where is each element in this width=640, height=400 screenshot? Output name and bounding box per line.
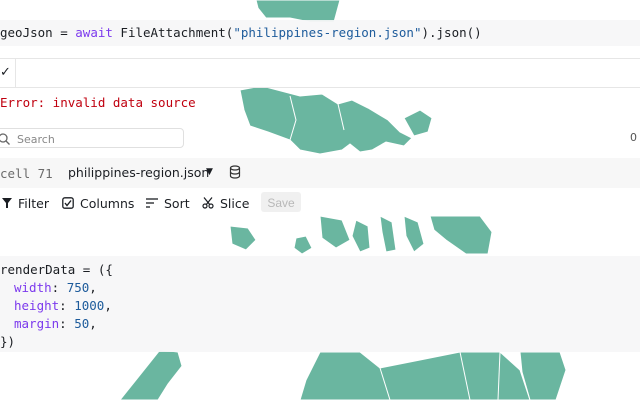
geojson-code-line: geoJson = await FileAttachment("philippi… <box>0 24 640 42</box>
map-region-luzon-north <box>255 0 341 23</box>
map-region-palawan <box>293 235 313 255</box>
map-region-cebu <box>379 215 397 253</box>
code-value-margin: 50 <box>74 316 90 331</box>
code-value-width: 750 <box>66 280 90 295</box>
cell-label: cell 71 <box>0 166 53 181</box>
slice-label: Slice <box>220 195 250 211</box>
render-data-code-cell[interactable]: renderData = ({ width: 750, height: 1000… <box>0 256 640 352</box>
sort-icon <box>146 198 158 208</box>
code-prop-height: height <box>14 298 60 313</box>
code-prop-width: width <box>14 280 52 295</box>
filter-label: Filter <box>18 195 49 211</box>
code-file-attachment-call: FileAttachment( <box>112 25 234 40</box>
file-name-dropdown[interactable]: philippines-region.json <box>68 165 209 180</box>
code-line-height: height: 1000, <box>14 298 112 313</box>
code-prop-margin: margin <box>14 316 60 331</box>
code-line: }) <box>0 334 16 349</box>
search-input[interactable] <box>15 130 179 148</box>
map-region-mindanao-west <box>119 349 183 400</box>
geojson-code-cell[interactable]: geoJson = await FileAttachment("philippi… <box>0 20 640 46</box>
filter-button[interactable]: Filter <box>2 194 49 212</box>
columns-button[interactable]: Columns <box>62 194 134 212</box>
chevron-down-icon[interactable]: ▼ <box>206 167 213 177</box>
code-value-height: 1000 <box>74 298 105 313</box>
code-await-keyword: await <box>75 25 113 40</box>
code-assign-op: = <box>52 25 76 40</box>
code-json-call: ).json() <box>421 25 482 40</box>
map-region-panay <box>319 215 351 249</box>
table-cell-header: cell 71 philippines-region.json ▼ <box>0 158 640 188</box>
checkbox-icon <box>62 197 74 209</box>
map-region-negros <box>351 219 371 253</box>
sort-button[interactable]: Sort <box>146 194 190 212</box>
code-line: renderData = ({ <box>0 262 113 277</box>
columns-label: Columns <box>80 195 135 211</box>
search-icon <box>0 131 11 150</box>
table-toolbar: Filter Columns Sort Slice Save <box>0 190 640 216</box>
map-region-mindoro <box>229 225 257 251</box>
map-region-bicol <box>403 109 433 137</box>
cell-output-row: ✓ <box>0 58 640 88</box>
code-line-width: width: 750, <box>14 280 97 295</box>
error-message: Error: invalid data source <box>0 95 196 110</box>
code-var-name: geoJson <box>0 25 53 40</box>
check-icon: ✓ <box>0 65 11 80</box>
filter-icon <box>2 198 12 208</box>
row-count: 0 <box>630 131 637 144</box>
code-file-string: "philippines-region.json" <box>233 25 422 40</box>
map-region-samar <box>429 215 493 255</box>
map-region-leyte <box>403 215 425 253</box>
code-line-margin: margin: 50, <box>14 316 97 331</box>
table-search-box[interactable] <box>0 128 184 148</box>
sort-label: Sort <box>164 195 190 211</box>
slice-button[interactable]: Slice <box>202 194 249 212</box>
save-button[interactable]: Save <box>261 192 301 212</box>
output-divider <box>15 59 16 87</box>
scissors-icon <box>202 197 214 209</box>
map-region-mindanao-central <box>299 351 531 400</box>
database-icon[interactable] <box>229 165 241 182</box>
